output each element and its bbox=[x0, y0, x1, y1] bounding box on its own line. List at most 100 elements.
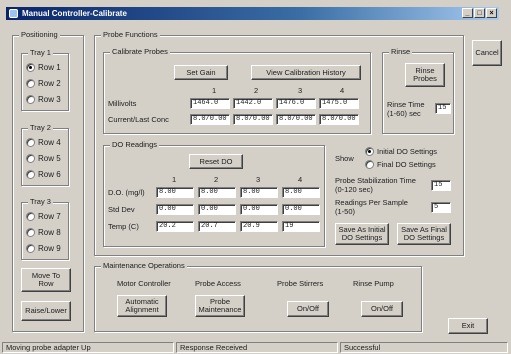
std-dev-field-4[interactable]: 0.00 bbox=[282, 204, 320, 215]
radio-indicator bbox=[26, 212, 35, 221]
rinse-time-label: Rinse Time (1-60) sec bbox=[387, 100, 425, 118]
exit-button[interactable]: Exit bbox=[448, 318, 488, 334]
save-final-do-button[interactable]: Save As Final DO Settings bbox=[397, 223, 451, 245]
current-last-conc-label: Current/Last Conc bbox=[108, 115, 169, 124]
do-mg-field-4[interactable]: 8.00 bbox=[282, 187, 320, 198]
millivolts-field-1[interactable]: 1464.0 bbox=[190, 98, 230, 109]
radio-indicator bbox=[26, 63, 35, 72]
calibrate-probes-group: Calibrate Probes Set Gain View Calibrati… bbox=[103, 47, 371, 134]
row-9-radio[interactable]: Row 9 bbox=[26, 244, 61, 253]
row-6-radio[interactable]: Row 6 bbox=[26, 170, 61, 179]
do-column-header: 1 bbox=[172, 175, 177, 184]
row-4-radio[interactable]: Row 4 bbox=[26, 138, 61, 147]
current-conc-field-4[interactable]: 8.0/0.00 bbox=[319, 114, 359, 125]
do-mg-label: D.O. (mg/l) bbox=[108, 188, 145, 197]
tray-1-label: Tray 1 bbox=[28, 48, 53, 57]
cancel-button[interactable]: Cancel bbox=[472, 40, 502, 66]
reset-do-button[interactable]: Reset DO bbox=[189, 154, 243, 169]
tray-3-group: Tray 3 Row 7 Row 8 Row 9 bbox=[21, 197, 69, 260]
maintenance-group: Maintenance Operations Motor Controller … bbox=[94, 261, 422, 332]
do-column-header: 3 bbox=[256, 175, 261, 184]
rinse-pump-on-off-button[interactable]: On/Off bbox=[361, 301, 403, 317]
move-to-row-button[interactable]: Move To Row bbox=[21, 268, 71, 292]
probe-functions-label: Probe Functions bbox=[101, 30, 160, 39]
maintenance-label: Maintenance Operations bbox=[101, 261, 187, 270]
row-2-radio[interactable]: Row 2 bbox=[26, 79, 61, 88]
current-conc-field-2[interactable]: 8.0/0.00 bbox=[233, 114, 273, 125]
automatic-alignment-button[interactable]: Automatic Alignment bbox=[117, 295, 167, 317]
row-5-radio[interactable]: Row 5 bbox=[26, 154, 61, 163]
probe-functions-group: Probe Functions Calibrate Probes Set Gai… bbox=[94, 30, 464, 256]
tray-2-label: Tray 2 bbox=[28, 123, 53, 132]
positioning-group: Positioning Tray 1 Row 1 Row 2 Row 3 Tra… bbox=[12, 30, 84, 332]
readings-per-sample-label: Readings Per Sample (1-50) bbox=[335, 198, 408, 216]
positioning-label: Positioning bbox=[19, 30, 60, 39]
do-column-header: 2 bbox=[214, 175, 219, 184]
rinse-probes-button[interactable]: Rinse Probes bbox=[405, 63, 445, 87]
title-bar[interactable]: Manual Controller-Calibrate _ □ × bbox=[6, 7, 499, 20]
set-gain-button[interactable]: Set Gain bbox=[174, 65, 228, 80]
probe-maintenance-button[interactable]: Probe Maintenance bbox=[195, 295, 245, 317]
raise-lower-button[interactable]: Raise/Lower bbox=[21, 301, 71, 321]
readings-per-sample-field[interactable]: 5 bbox=[431, 202, 451, 213]
row-1-radio[interactable]: Row 1 bbox=[26, 63, 61, 72]
rinse-pump-label: Rinse Pump bbox=[353, 279, 394, 288]
save-initial-do-button[interactable]: Save As Initial DO Settings bbox=[335, 223, 389, 245]
close-button[interactable]: × bbox=[486, 8, 497, 18]
window-title: Manual Controller-Calibrate bbox=[22, 9, 127, 18]
tray-1-group: Tray 1 Row 1 Row 2 Row 3 bbox=[21, 48, 69, 111]
initial-do-settings-radio[interactable]: Initial DO Settings bbox=[365, 147, 437, 156]
temp-label: Temp (C) bbox=[108, 222, 139, 231]
temp-field-4[interactable]: 19 bbox=[282, 221, 320, 232]
cal-column-header: 3 bbox=[298, 86, 303, 95]
view-calibration-history-button[interactable]: View Calibration History bbox=[251, 65, 361, 80]
status-result: Successful bbox=[340, 342, 508, 353]
millivolts-field-4[interactable]: 1475.0 bbox=[319, 98, 359, 109]
calibrate-probes-label: Calibrate Probes bbox=[110, 47, 170, 56]
temp-field-1[interactable]: 20.2 bbox=[156, 221, 194, 232]
radio-indicator bbox=[26, 79, 35, 88]
temp-field-2[interactable]: 20.7 bbox=[198, 221, 236, 232]
rinse-label: Rinse bbox=[389, 47, 413, 56]
cal-column-header: 1 bbox=[212, 86, 217, 95]
do-mg-field-3[interactable]: 8.00 bbox=[240, 187, 278, 198]
do-mg-field-1[interactable]: 8.00 bbox=[156, 187, 194, 198]
status-bar: Moving probe adapter Up Response Receive… bbox=[0, 342, 511, 354]
rinse-group: Rinse Rinse Probes Rinse Time (1-60) sec… bbox=[382, 47, 454, 134]
tray-2-group: Tray 2 Row 4 Row 5 Row 6 bbox=[21, 123, 69, 186]
minimize-button[interactable]: _ bbox=[462, 8, 473, 18]
millivolts-field-3[interactable]: 1476.0 bbox=[276, 98, 316, 109]
radio-indicator bbox=[26, 154, 35, 163]
radio-indicator bbox=[365, 147, 374, 156]
final-do-settings-radio[interactable]: Final DO Settings bbox=[365, 160, 436, 169]
radio-indicator bbox=[26, 170, 35, 179]
status-response: Response Received bbox=[176, 342, 338, 353]
row-3-radio[interactable]: Row 3 bbox=[26, 95, 61, 104]
millivolts-field-2[interactable]: 1442.0 bbox=[233, 98, 273, 109]
stirrers-on-off-button[interactable]: On/Off bbox=[287, 301, 329, 317]
do-column-header: 4 bbox=[298, 175, 303, 184]
stabilization-time-field[interactable]: 15 bbox=[431, 180, 451, 191]
radio-indicator bbox=[26, 244, 35, 253]
radio-indicator bbox=[26, 228, 35, 237]
radio-indicator bbox=[26, 138, 35, 147]
std-dev-field-2[interactable]: 0.00 bbox=[198, 204, 236, 215]
rinse-time-field[interactable]: 15 bbox=[435, 103, 451, 114]
row-7-radio[interactable]: Row 7 bbox=[26, 212, 61, 221]
motor-controller-label: Motor Controller bbox=[117, 279, 171, 288]
show-label: Show bbox=[335, 154, 354, 163]
current-conc-field-1[interactable]: 8.0/0.00 bbox=[190, 114, 230, 125]
cal-column-header: 4 bbox=[340, 86, 345, 95]
temp-field-3[interactable]: 20.9 bbox=[240, 221, 278, 232]
probe-stirrers-label: Probe Stirrers bbox=[277, 279, 324, 288]
maximize-button[interactable]: □ bbox=[474, 8, 485, 18]
current-conc-field-3[interactable]: 8.0/0.00 bbox=[276, 114, 316, 125]
row-8-radio[interactable]: Row 8 bbox=[26, 228, 61, 237]
probe-access-label: Probe Access bbox=[195, 279, 241, 288]
tray-3-label: Tray 3 bbox=[28, 197, 53, 206]
manual-controller-window: Manual Controller-Calibrate _ □ × Positi… bbox=[0, 0, 511, 354]
std-dev-field-1[interactable]: 0.00 bbox=[156, 204, 194, 215]
do-mg-field-2[interactable]: 8.00 bbox=[198, 187, 236, 198]
std-dev-field-3[interactable]: 0.00 bbox=[240, 204, 278, 215]
std-dev-label: Std Dev bbox=[108, 205, 135, 214]
